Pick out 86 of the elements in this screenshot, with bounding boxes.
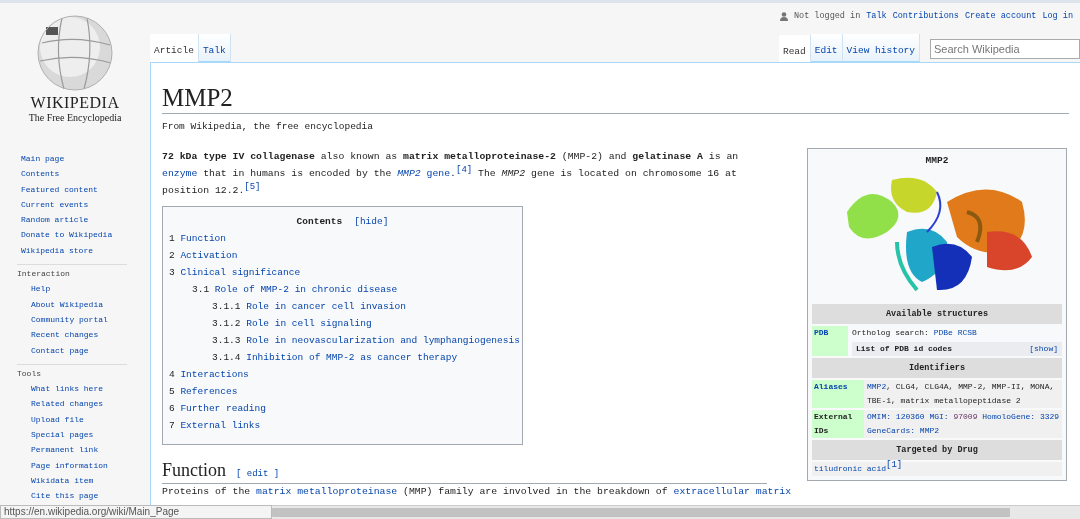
pdb-list-title: List of PDB id codes [856,343,952,356]
infobox-label[interactable]: PDB [812,326,848,357]
sidebar-link[interactable]: Featured content [21,184,98,194]
wordmark[interactable]: WIKIPEDIA [30,94,120,112]
article-link[interactable]: MMP2 [919,426,940,436]
view-tab[interactable]: Read [778,34,811,62]
article-link[interactable]: enzyme [162,168,198,180]
sidebar-link[interactable]: Permanent link [31,445,99,455]
section-heading: Function [162,459,226,482]
show-toggle[interactable]: [show] [1029,342,1058,357]
sidebar-link[interactable]: Contents [21,169,60,179]
user-icon [779,12,788,21]
toc-link[interactable]: 3.1.4 Inhibition of MMP-2 as cancer therapy [212,352,458,364]
infobox-label[interactable]: Aliases [812,380,864,409]
status-url-tooltip: https://en.wikipedia.org/wiki/Main_Page [0,505,272,519]
citation-link[interactable]: [1] [886,459,903,470]
sidebar-link[interactable]: Wikipedia store [21,245,93,255]
personal-link[interactable]: Create account [964,10,1037,23]
infobox-section-heading: Targeted by Drug [812,440,1062,461]
toc-link[interactable]: 3.1.1 Role in cancer cell invasion [212,301,406,313]
toc-link[interactable]: 3.1.2 Role in cell signaling [212,318,372,330]
article-link[interactable]: matrix metalloproteinase [256,485,398,497]
article-link[interactable]: 3329 [1039,412,1060,422]
toc-link[interactable]: 5 References [169,386,238,398]
citation-link[interactable]: [4] [456,164,473,175]
sidebar-link[interactable]: Random article [21,215,89,225]
sidebar-link[interactable]: Main page [21,154,65,163]
article-link[interactable]: 97009 [953,412,978,422]
toc-link[interactable]: 3 Clinical significance [169,267,301,279]
sidebar-link[interactable]: Current events [21,199,89,209]
toc-title: Contents [296,215,343,230]
sidebar-heading: Interaction [17,268,71,281]
view-tab[interactable]: View history [842,33,920,62]
namespace-tab[interactable]: Talk [198,33,231,62]
toc-link[interactable]: 7 External links [169,420,261,432]
article-link[interactable]: OMIM: [867,412,891,422]
personal-link[interactable]: Talk [866,10,887,23]
ortholog-search: Ortholog search: PDBe RCSB [852,327,978,340]
sidebar-link[interactable]: Related changes [31,399,103,409]
namespace-tab[interactable]: Article [150,33,199,62]
infobox-value: MMP2, CLG4, CLG4A, MMP-2, MMP-II, MONA, TBE-1, matrix metallopeptidase 2 [864,380,1062,409]
article-link[interactable]: gene [420,168,451,180]
article-link[interactable]: PDBe [933,328,958,338]
sidebar-link[interactable]: Help [31,284,51,294]
sidebar-link[interactable]: Contact page [31,345,89,355]
article-link[interactable]: GeneCards: [867,426,915,436]
infobox-label: External IDs [812,410,864,439]
toc-link[interactable]: 1 Function [169,233,226,245]
article-link[interactable]: MMP2 [397,168,421,180]
article-link[interactable]: MGI: [929,412,949,422]
sidebar-link[interactable]: Community portal [31,314,108,324]
toc-hide-toggle[interactable]: [hide] [354,213,389,231]
search-field[interactable]: Search Wikipedia [930,39,1080,59]
toc-link[interactable]: 3.1 Role of MMP-2 in chronic disease [192,284,398,296]
view-tab[interactable]: Edit [810,33,843,62]
sidebar-link[interactable]: Wikidata item [31,475,94,485]
sidebar-link[interactable]: Donate to Wikipedia [21,230,113,240]
article-link[interactable]: 120360 [895,412,925,422]
personal-link[interactable]: Log in [1042,10,1073,23]
sidebar-heading: Tools [17,367,42,380]
sidebar-link[interactable]: Cite this page [31,491,99,501]
infobox-title: MMP2 [924,154,950,169]
personal-link[interactable]: Contributions [892,10,959,23]
toc-link[interactable]: 6 Further reading [169,403,266,415]
infobox-section-heading: Identifiers [812,358,1062,379]
sidebar-link[interactable]: Special pages [31,430,94,440]
page-tagline: From Wikipedia, the free encyclopedia [162,120,374,134]
edit-link[interactable]: [ edit ] [236,468,280,482]
toc-link[interactable]: 2 Activation [169,250,238,262]
sidebar-link[interactable]: What links here [31,384,103,394]
article-link[interactable]: tiludronic acid [814,464,886,474]
article-link[interactable]: RCSB [957,328,977,338]
tagline: The Free Encyclopedia [28,112,122,124]
sidebar-link[interactable]: Upload file [31,414,84,424]
citation-link[interactable]: [5] [244,181,261,192]
article-link[interactable]: HomoloGene: [982,412,1036,422]
sidebar-link[interactable]: Recent changes [31,330,99,340]
login-status: Not logged in [793,10,861,23]
toc-link[interactable]: 4 Interactions [169,369,249,381]
sidebar-link[interactable]: Page information [31,460,108,470]
toc-link[interactable]: 3.1.3 Role in neovascularization and lymphangiogenesis [212,335,520,347]
horizontal-scrollbar[interactable] [272,505,1080,519]
sidebar-link[interactable]: About Wikipedia [31,299,103,309]
article-link[interactable]: extracellular matrix [673,485,792,497]
infobox-section-heading: Available structures [812,304,1062,325]
page-title: MMP2 [162,83,1069,114]
